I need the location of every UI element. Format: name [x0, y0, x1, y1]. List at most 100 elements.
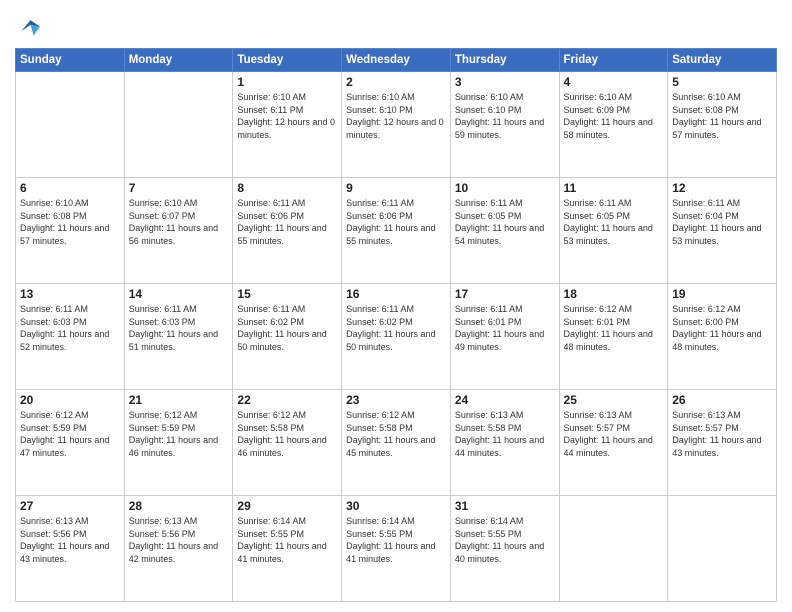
- calendar-weekday-monday: Monday: [124, 49, 233, 72]
- day-number: 15: [237, 287, 337, 301]
- calendar-cell: 10 Sunrise: 6:11 AMSunset: 6:05 PMDayligh…: [450, 178, 559, 284]
- calendar-week-row: 13 Sunrise: 6:11 AMSunset: 6:03 PMDayligh…: [16, 284, 777, 390]
- day-number: 8: [237, 181, 337, 195]
- calendar-cell: 8 Sunrise: 6:11 AMSunset: 6:06 PMDaylight…: [233, 178, 342, 284]
- day-info: Sunrise: 6:12 AMSunset: 5:59 PMDaylight:…: [129, 409, 229, 459]
- day-info: Sunrise: 6:11 AMSunset: 6:02 PMDaylight:…: [237, 303, 337, 353]
- calendar-cell: 4 Sunrise: 6:10 AMSunset: 6:09 PMDaylight…: [559, 72, 668, 178]
- day-info: Sunrise: 6:10 AMSunset: 6:11 PMDaylight:…: [237, 91, 337, 141]
- day-number: 28: [129, 499, 229, 513]
- day-info: Sunrise: 6:11 AMSunset: 6:06 PMDaylight:…: [237, 197, 337, 247]
- calendar-cell: [559, 496, 668, 602]
- calendar-weekday-tuesday: Tuesday: [233, 49, 342, 72]
- day-info: Sunrise: 6:12 AMSunset: 6:01 PMDaylight:…: [564, 303, 664, 353]
- calendar-cell: 6 Sunrise: 6:10 AMSunset: 6:08 PMDaylight…: [16, 178, 125, 284]
- calendar-cell: 30 Sunrise: 6:14 AMSunset: 5:55 PMDayligh…: [342, 496, 451, 602]
- day-number: 18: [564, 287, 664, 301]
- day-info: Sunrise: 6:10 AMSunset: 6:08 PMDaylight:…: [20, 197, 120, 247]
- calendar-cell: 28 Sunrise: 6:13 AMSunset: 5:56 PMDayligh…: [124, 496, 233, 602]
- day-number: 23: [346, 393, 446, 407]
- day-number: 11: [564, 181, 664, 195]
- day-number: 30: [346, 499, 446, 513]
- day-number: 20: [20, 393, 120, 407]
- calendar-weekday-thursday: Thursday: [450, 49, 559, 72]
- logo-icon: [15, 14, 43, 42]
- day-number: 17: [455, 287, 555, 301]
- day-info: Sunrise: 6:11 AMSunset: 6:01 PMDaylight:…: [455, 303, 555, 353]
- day-info: Sunrise: 6:14 AMSunset: 5:55 PMDaylight:…: [237, 515, 337, 565]
- calendar-cell: [16, 72, 125, 178]
- calendar-cell: 12Sunrise: 6:11 AMSunset: 6:04 PMDayligh…: [668, 178, 777, 284]
- day-info: Sunrise: 6:13 AMSunset: 5:58 PMDaylight:…: [455, 409, 555, 459]
- calendar-cell: 18 Sunrise: 6:12 AMSunset: 6:01 PMDayligh…: [559, 284, 668, 390]
- calendar-cell: 3 Sunrise: 6:10 AMSunset: 6:10 PMDaylight…: [450, 72, 559, 178]
- day-info: Sunrise: 6:11 AMSunset: 6:02 PMDaylight:…: [346, 303, 446, 353]
- calendar-weekday-sunday: Sunday: [16, 49, 125, 72]
- calendar-cell: 2Sunrise: 6:10 AMSunset: 6:10 PMDaylight…: [342, 72, 451, 178]
- day-number: 1: [237, 75, 337, 89]
- day-number: 26: [672, 393, 772, 407]
- calendar-cell: 17 Sunrise: 6:11 AMSunset: 6:01 PMDayligh…: [450, 284, 559, 390]
- calendar-cell: 20 Sunrise: 6:12 AMSunset: 5:59 PMDayligh…: [16, 390, 125, 496]
- calendar-cell: 19 Sunrise: 6:12 AMSunset: 6:00 PMDayligh…: [668, 284, 777, 390]
- calendar-cell: 29 Sunrise: 6:14 AMSunset: 5:55 PMDayligh…: [233, 496, 342, 602]
- calendar-cell: 1 Sunrise: 6:10 AMSunset: 6:11 PMDaylight…: [233, 72, 342, 178]
- day-info: Sunrise: 6:11 AMSunset: 6:05 PMDaylight:…: [564, 197, 664, 247]
- day-number: 13: [20, 287, 120, 301]
- calendar-cell: 25 Sunrise: 6:13 AMSunset: 5:57 PMDayligh…: [559, 390, 668, 496]
- calendar-cell: 24 Sunrise: 6:13 AMSunset: 5:58 PMDayligh…: [450, 390, 559, 496]
- day-info: Sunrise: 6:13 AMSunset: 5:56 PMDaylight:…: [129, 515, 229, 565]
- calendar-cell: 11 Sunrise: 6:11 AMSunset: 6:05 PMDayligh…: [559, 178, 668, 284]
- day-number: 21: [129, 393, 229, 407]
- calendar-cell: [668, 496, 777, 602]
- day-info: Sunrise: 6:13 AMSunset: 5:56 PMDaylight:…: [20, 515, 120, 565]
- day-info: Sunrise: 6:10 AMSunset: 6:07 PMDaylight:…: [129, 197, 229, 247]
- day-number: 24: [455, 393, 555, 407]
- calendar-cell: 14 Sunrise: 6:11 AMSunset: 6:03 PMDayligh…: [124, 284, 233, 390]
- day-number: 9: [346, 181, 446, 195]
- calendar-cell: 31 Sunrise: 6:14 AMSunset: 5:55 PMDayligh…: [450, 496, 559, 602]
- calendar-weekday-friday: Friday: [559, 49, 668, 72]
- day-info: Sunrise: 6:13 AMSunset: 5:57 PMDaylight:…: [672, 409, 772, 459]
- calendar-week-row: 6 Sunrise: 6:10 AMSunset: 6:08 PMDaylight…: [16, 178, 777, 284]
- calendar-cell: 16 Sunrise: 6:11 AMSunset: 6:02 PMDayligh…: [342, 284, 451, 390]
- calendar-cell: 7 Sunrise: 6:10 AMSunset: 6:07 PMDaylight…: [124, 178, 233, 284]
- day-number: 31: [455, 499, 555, 513]
- day-number: 19: [672, 287, 772, 301]
- calendar-weekday-wednesday: Wednesday: [342, 49, 451, 72]
- day-info: Sunrise: 6:12 AMSunset: 5:58 PMDaylight:…: [237, 409, 337, 459]
- calendar-cell: 9 Sunrise: 6:11 AMSunset: 6:06 PMDaylight…: [342, 178, 451, 284]
- day-number: 25: [564, 393, 664, 407]
- day-number: 4: [564, 75, 664, 89]
- day-info: Sunrise: 6:12 AMSunset: 5:58 PMDaylight:…: [346, 409, 446, 459]
- calendar-cell: 15 Sunrise: 6:11 AMSunset: 6:02 PMDayligh…: [233, 284, 342, 390]
- day-number: 7: [129, 181, 229, 195]
- day-info: Sunrise: 6:10 AMSunset: 6:08 PMDaylight:…: [672, 91, 772, 141]
- day-info: Sunrise: 6:11 AMSunset: 6:03 PMDaylight:…: [129, 303, 229, 353]
- day-number: 5: [672, 75, 772, 89]
- day-info: Sunrise: 6:11 AMSunset: 6:06 PMDaylight:…: [346, 197, 446, 247]
- calendar-cell: 27 Sunrise: 6:13 AMSunset: 5:56 PMDayligh…: [16, 496, 125, 602]
- day-info: Sunrise: 6:11 AMSunset: 6:04 PMDaylight:…: [672, 197, 772, 247]
- day-number: 29: [237, 499, 337, 513]
- day-info: Sunrise: 6:10 AMSunset: 6:09 PMDaylight:…: [564, 91, 664, 141]
- day-info: Sunrise: 6:14 AMSunset: 5:55 PMDaylight:…: [346, 515, 446, 565]
- day-number: 16: [346, 287, 446, 301]
- day-number: 6: [20, 181, 120, 195]
- calendar-weekday-saturday: Saturday: [668, 49, 777, 72]
- calendar-week-row: 27 Sunrise: 6:13 AMSunset: 5:56 PMDayligh…: [16, 496, 777, 602]
- day-number: 27: [20, 499, 120, 513]
- logo: [15, 14, 47, 42]
- day-info: Sunrise: 6:10 AMSunset: 6:10 PMDaylight:…: [455, 91, 555, 141]
- day-number: 14: [129, 287, 229, 301]
- day-number: 10: [455, 181, 555, 195]
- day-info: Sunrise: 6:14 AMSunset: 5:55 PMDaylight:…: [455, 515, 555, 565]
- calendar-header-row: SundayMondayTuesdayWednesdayThursdayFrid…: [16, 49, 777, 72]
- calendar-cell: 22Sunrise: 6:12 AMSunset: 5:58 PMDayligh…: [233, 390, 342, 496]
- calendar-cell: 21 Sunrise: 6:12 AMSunset: 5:59 PMDayligh…: [124, 390, 233, 496]
- day-info: Sunrise: 6:12 AMSunset: 5:59 PMDaylight:…: [20, 409, 120, 459]
- day-info: Sunrise: 6:11 AMSunset: 6:05 PMDaylight:…: [455, 197, 555, 247]
- day-number: 3: [455, 75, 555, 89]
- day-info: Sunrise: 6:12 AMSunset: 6:00 PMDaylight:…: [672, 303, 772, 353]
- day-info: Sunrise: 6:13 AMSunset: 5:57 PMDaylight:…: [564, 409, 664, 459]
